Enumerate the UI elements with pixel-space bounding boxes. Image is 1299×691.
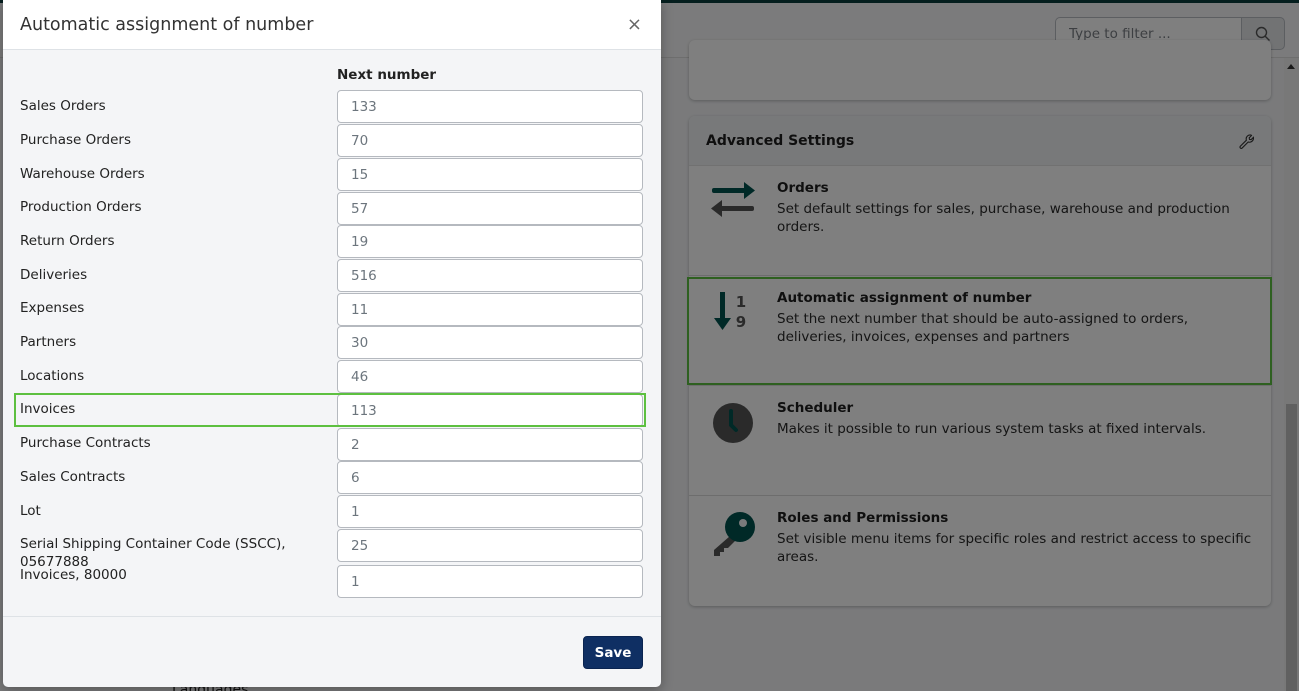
number-row-lot: Lot xyxy=(3,495,661,529)
automatic-numbering-modal: Automatic assignment of number × Next nu… xyxy=(3,0,661,687)
number-row-production-orders: Production Orders xyxy=(3,192,661,226)
row-label: Invoices xyxy=(20,401,76,417)
row-label: Production Orders xyxy=(20,199,142,215)
row-label: Sales Contracts xyxy=(20,469,126,485)
number-row-partners: Partners xyxy=(3,326,661,360)
number-row-sales-orders: Sales Orders xyxy=(3,90,661,124)
purchase-orders-input[interactable] xyxy=(337,124,643,157)
row-label: Locations xyxy=(20,368,85,384)
production-orders-input[interactable] xyxy=(337,192,643,225)
warehouse-orders-input[interactable] xyxy=(337,158,643,191)
partners-input[interactable] xyxy=(337,326,643,359)
number-row-purchase-contracts: Purchase Contracts xyxy=(3,428,661,462)
close-button[interactable]: × xyxy=(625,14,644,36)
modal-title: Automatic assignment of number xyxy=(20,14,314,35)
number-row-deliveries: Deliveries xyxy=(3,259,661,293)
sales-orders-input[interactable] xyxy=(337,90,643,123)
modal-footer: Save xyxy=(3,616,661,687)
row-label: Return Orders xyxy=(20,233,115,249)
save-button[interactable]: Save xyxy=(583,636,643,669)
sscc-input[interactable] xyxy=(337,529,643,562)
number-row-invoices: Invoices xyxy=(3,394,661,428)
number-row-invoices-80000: Invoices, 80000 xyxy=(3,565,661,599)
row-label: Deliveries xyxy=(20,267,88,283)
row-label: Warehouse Orders xyxy=(20,166,145,182)
expenses-input[interactable] xyxy=(337,293,643,326)
modal-header: Automatic assignment of number × xyxy=(3,0,661,50)
next-number-column-header: Next number xyxy=(337,67,437,83)
row-label: Sales Orders xyxy=(20,98,106,114)
number-row-purchase-orders: Purchase Orders xyxy=(3,124,661,158)
invoices-80000-input[interactable] xyxy=(337,565,643,598)
row-label: Purchase Orders xyxy=(20,132,131,148)
invoices-input[interactable] xyxy=(337,394,643,427)
row-label: Lot xyxy=(20,503,41,519)
row-label: Purchase Contracts xyxy=(20,435,151,451)
number-row-locations: Locations xyxy=(3,360,661,394)
number-row-return-orders: Return Orders xyxy=(3,225,661,259)
row-label: Invoices, 80000 xyxy=(20,567,127,583)
number-row-warehouse-orders: Warehouse Orders xyxy=(3,158,661,192)
row-label: Partners xyxy=(20,334,77,350)
row-label: Expenses xyxy=(20,300,85,316)
sales-contracts-input[interactable] xyxy=(337,461,643,494)
modal-body: Next number Sales Orders Purchase Orders… xyxy=(3,50,661,616)
number-row-sscc: Serial Shipping Container Code (SSCC), 0… xyxy=(3,529,661,570)
number-row-sales-contracts: Sales Contracts xyxy=(3,461,661,495)
number-row-expenses: Expenses xyxy=(3,293,661,327)
locations-input[interactable] xyxy=(337,360,643,393)
return-orders-input[interactable] xyxy=(337,225,643,258)
deliveries-input[interactable] xyxy=(337,259,643,292)
lot-input[interactable] xyxy=(337,495,643,528)
purchase-contracts-input[interactable] xyxy=(337,428,643,461)
